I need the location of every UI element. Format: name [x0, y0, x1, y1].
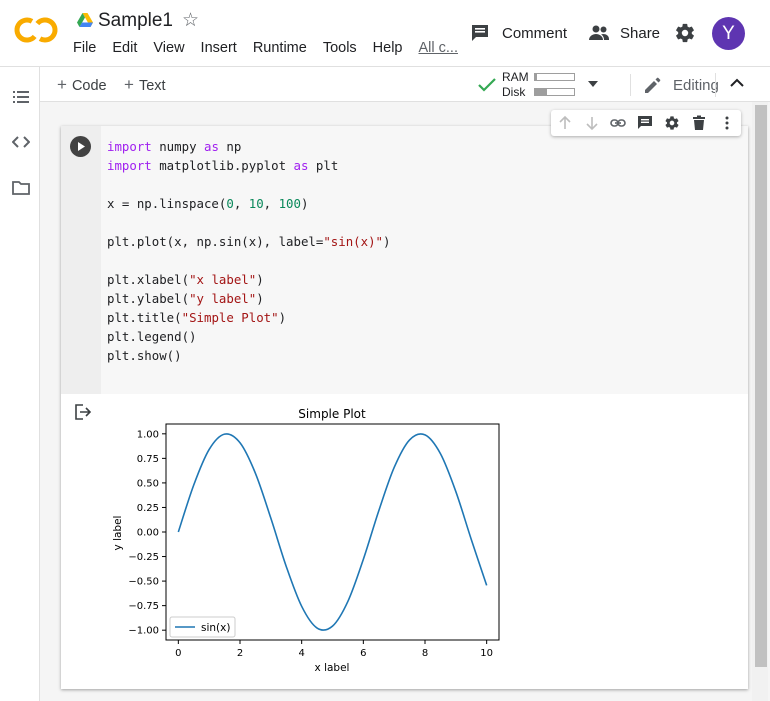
y-axis-label: y label	[112, 516, 124, 551]
menu-runtime[interactable]: Runtime	[253, 40, 307, 60]
share-button[interactable]: Share	[588, 20, 660, 46]
gear-icon[interactable]	[664, 115, 680, 131]
y-tick-label: 1.00	[137, 429, 159, 440]
gear-icon[interactable]	[674, 22, 696, 44]
dropdown-arrow-icon[interactable]	[588, 81, 598, 87]
google-drive-icon	[77, 13, 93, 27]
y-tick-label: 0.25	[137, 503, 159, 514]
side-rail	[0, 66, 40, 701]
code-text[interactable]: import numpy as np import matplotlib.pyp…	[107, 137, 391, 365]
delete-icon[interactable]	[691, 115, 707, 131]
y-tick-label: −0.25	[128, 552, 159, 563]
share-label: Share	[620, 24, 661, 42]
comment-icon[interactable]	[637, 115, 653, 131]
menu-view[interactable]: View	[153, 40, 184, 60]
cell-gutter	[61, 126, 101, 394]
add-code-label: Code	[71, 78, 107, 94]
menu-insert[interactable]: Insert	[201, 40, 237, 60]
editing-label: Editing	[673, 76, 719, 94]
y-axis-ticks: 1.00 0.75 0.50 0.25 0.00 −0.25 −0.50 −0.75 −1.00	[128, 429, 166, 637]
run-cell-button[interactable]	[70, 136, 91, 157]
toolbar-divider	[715, 73, 716, 97]
y-tick-label: −1.00	[128, 626, 159, 637]
x-axis-label: x label	[315, 662, 350, 674]
move-down-icon[interactable]	[584, 115, 600, 131]
x-tick-label: 2	[237, 648, 243, 659]
play-icon	[78, 142, 85, 151]
code-snippets-icon[interactable]	[12, 133, 30, 151]
all-changes-saved-link[interactable]: All c...	[419, 40, 458, 60]
cell-toolbar	[551, 110, 741, 136]
x-tick-label: 6	[360, 648, 366, 659]
chart-output: Simple Plot 1.00 0.75 0.50 0.25 0.00 −0.25 −0.…	[112, 407, 500, 674]
table-of-contents-icon[interactable]	[12, 88, 30, 106]
check-icon	[478, 78, 496, 92]
y-tick-label: −0.75	[128, 601, 159, 612]
chart-title: Simple Plot	[298, 407, 366, 421]
legend-label: sin(x)	[201, 622, 230, 634]
app-header: Sample1 ☆ File Edit View Insert Runtime …	[0, 0, 770, 66]
ram-label: RAM	[502, 70, 529, 84]
comment-button[interactable]: Comment	[470, 20, 567, 46]
user-avatar[interactable]: Y	[712, 17, 745, 50]
comment-icon	[472, 25, 488, 41]
y-tick-label: 0.50	[137, 478, 159, 489]
pencil-icon	[645, 77, 661, 93]
menu-tools[interactable]: Tools	[323, 40, 357, 60]
editing-mode-button[interactable]: Editing	[630, 74, 719, 96]
add-text-label: Text	[138, 78, 166, 94]
disk-usage-bar	[534, 88, 575, 96]
colab-logo[interactable]	[14, 14, 58, 46]
more-vert-icon[interactable]	[719, 115, 735, 131]
y-tick-label: 0.00	[137, 528, 159, 539]
x-axis-ticks: 0 2 4 6 8 10	[175, 640, 493, 659]
people-icon	[589, 25, 609, 40]
y-tick-label: 0.75	[137, 454, 159, 465]
ram-usage-bar	[534, 73, 575, 81]
menu-edit[interactable]: Edit	[112, 40, 137, 60]
chart-legend: sin(x)	[169, 616, 236, 638]
chevron-up-icon[interactable]	[730, 78, 744, 88]
star-icon[interactable]: ☆	[182, 10, 199, 32]
y-tick-label: −0.50	[128, 577, 159, 588]
notebook-title[interactable]: Sample1	[98, 10, 173, 32]
folder-icon[interactable]	[12, 179, 30, 197]
menu-help[interactable]: Help	[373, 40, 403, 60]
x-tick-label: 0	[175, 648, 181, 659]
scrollbar-thumb[interactable]	[755, 105, 767, 667]
comment-label: Comment	[502, 24, 568, 42]
notebook-toolbar: + Code + Text RAM Disk Editing	[40, 66, 770, 102]
plus-icon: +	[124, 75, 134, 94]
menu-file[interactable]: File	[73, 40, 96, 60]
add-text-button[interactable]: + Text	[124, 75, 166, 95]
x-tick-label: 8	[422, 648, 428, 659]
resource-monitor[interactable]: RAM Disk	[478, 69, 578, 101]
disk-label: Disk	[502, 85, 526, 99]
plus-icon: +	[57, 75, 67, 94]
move-up-icon[interactable]	[557, 115, 573, 131]
menu-bar: File Edit View Insert Runtime Tools Help…	[73, 40, 474, 60]
plot-frame	[165, 423, 500, 641]
link-icon[interactable]	[610, 115, 626, 131]
output-actions-icon[interactable]	[74, 404, 92, 420]
x-tick-label: 4	[298, 648, 304, 659]
add-code-button[interactable]: + Code	[57, 75, 107, 95]
x-tick-label: 10	[480, 648, 493, 659]
